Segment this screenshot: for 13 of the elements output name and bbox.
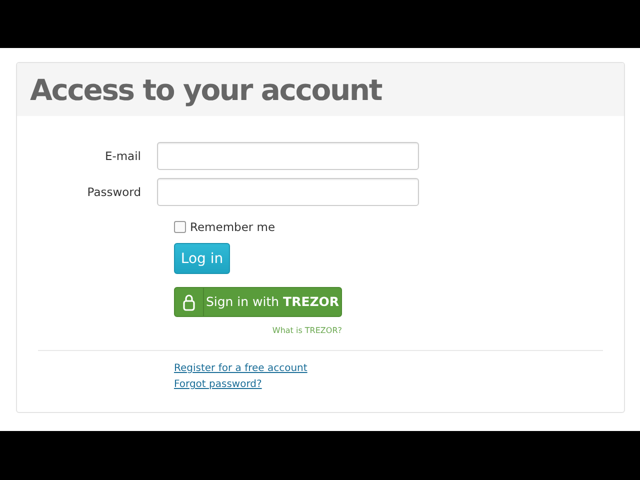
- field-label: E-mail: [104, 149, 142, 163]
- remember-label: Remember me: [190, 220, 276, 234]
- login-button[interactable]: Log in: [174, 243, 230, 274]
- account-link[interactable]: Forgot password?: [174, 377, 262, 393]
- remember-checkbox[interactable]: [174, 221, 186, 233]
- account-link[interactable]: Register for a free account: [174, 361, 308, 377]
- padlock-icon: [183, 294, 195, 310]
- trezor-sign-in-button[interactable]: Sign in with TREZOR: [174, 287, 342, 317]
- what-is-trezor-link[interactable]: What is TREZOR?: [174, 326, 342, 335]
- page-title: Access to your account: [30, 72, 382, 106]
- input-field[interactable]: [157, 178, 419, 206]
- input-field[interactable]: [157, 142, 419, 170]
- field-label: Password: [86, 185, 142, 199]
